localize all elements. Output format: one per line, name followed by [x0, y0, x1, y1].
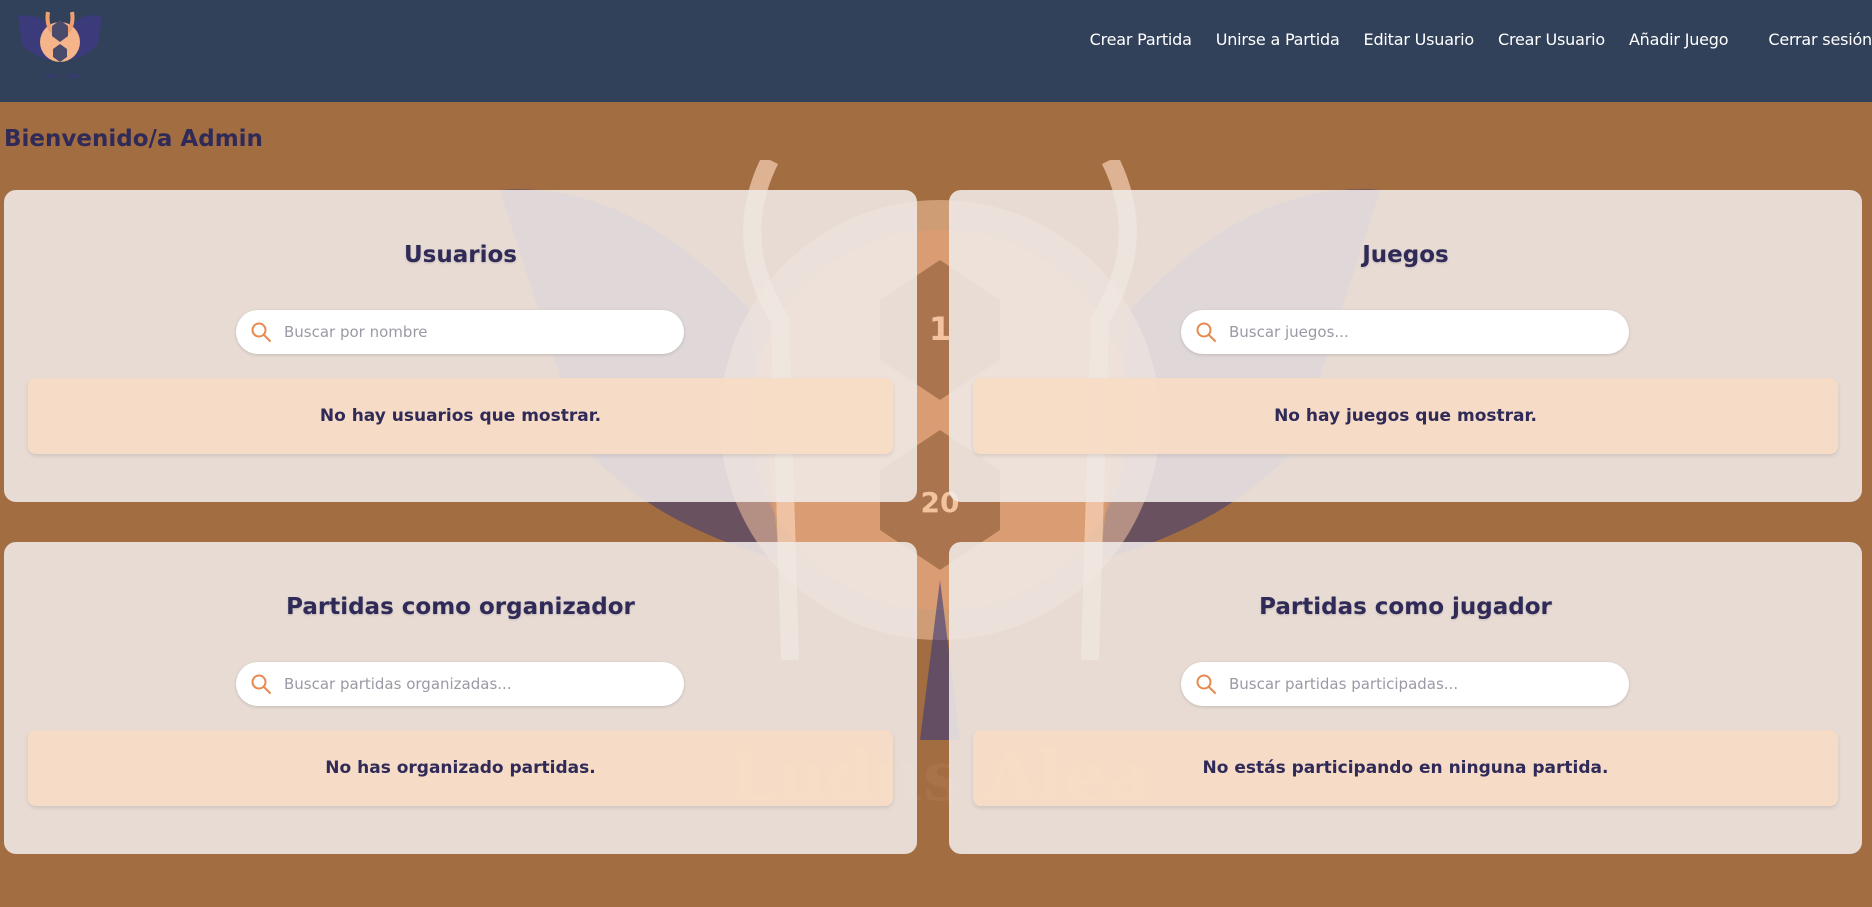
nav-crear-partida[interactable]: Crear Partida — [1090, 30, 1192, 49]
organizer-empty-message: No has organizado partidas. — [28, 730, 893, 806]
search-icon — [1196, 322, 1216, 342]
player-search[interactable] — [1181, 662, 1629, 706]
logout-link[interactable]: Cerrar sesión — [1768, 30, 1872, 49]
player-search-input[interactable] — [1229, 675, 1609, 693]
games-empty-message: No hay juegos que mostrar. — [973, 378, 1838, 454]
svg-text:Ludus Alea: Ludus Alea — [40, 72, 80, 80]
search-icon — [1196, 674, 1216, 694]
nav-crear-usuario[interactable]: Crear Usuario — [1498, 30, 1605, 49]
organizer-search-input[interactable] — [284, 675, 664, 693]
users-search[interactable] — [236, 310, 684, 354]
card-title: Partidas como organizador — [286, 594, 635, 620]
users-card: Usuarios No hay usuarios que mostrar. — [4, 190, 917, 502]
games-card: Juegos No hay juegos que mostrar. — [949, 190, 1862, 502]
card-title: Usuarios — [404, 242, 517, 268]
nav-anadir-juego[interactable]: Añadir Juego — [1629, 30, 1729, 49]
users-search-input[interactable] — [284, 323, 664, 341]
games-search[interactable] — [1181, 310, 1629, 354]
card-title: Partidas como jugador — [1259, 594, 1552, 620]
users-empty-message: No hay usuarios que mostrar. — [28, 378, 893, 454]
organizer-card: Partidas como organizador No has organiz… — [4, 542, 917, 854]
card-title: Juegos — [1362, 242, 1449, 268]
nav-editar-usuario[interactable]: Editar Usuario — [1364, 30, 1475, 49]
logo-icon[interactable]: Ludus Alea — [12, 6, 108, 82]
svg-text:1: 1 — [929, 310, 951, 348]
search-icon — [251, 674, 271, 694]
search-icon — [251, 322, 271, 342]
player-empty-message: No estás participando en ninguna partida… — [973, 730, 1838, 806]
navbar: Ludus Alea Crear Partida Unirse a Partid… — [0, 0, 1872, 102]
nav-unirse-partida[interactable]: Unirse a Partida — [1216, 30, 1340, 49]
organizer-search[interactable] — [236, 662, 684, 706]
main-nav: Crear Partida Unirse a Partida Editar Us… — [1090, 30, 1872, 49]
welcome-heading: Bienvenido/a Admin — [4, 126, 263, 152]
games-search-input[interactable] — [1229, 323, 1609, 341]
player-card: Partidas como jugador No estás participa… — [949, 542, 1862, 854]
